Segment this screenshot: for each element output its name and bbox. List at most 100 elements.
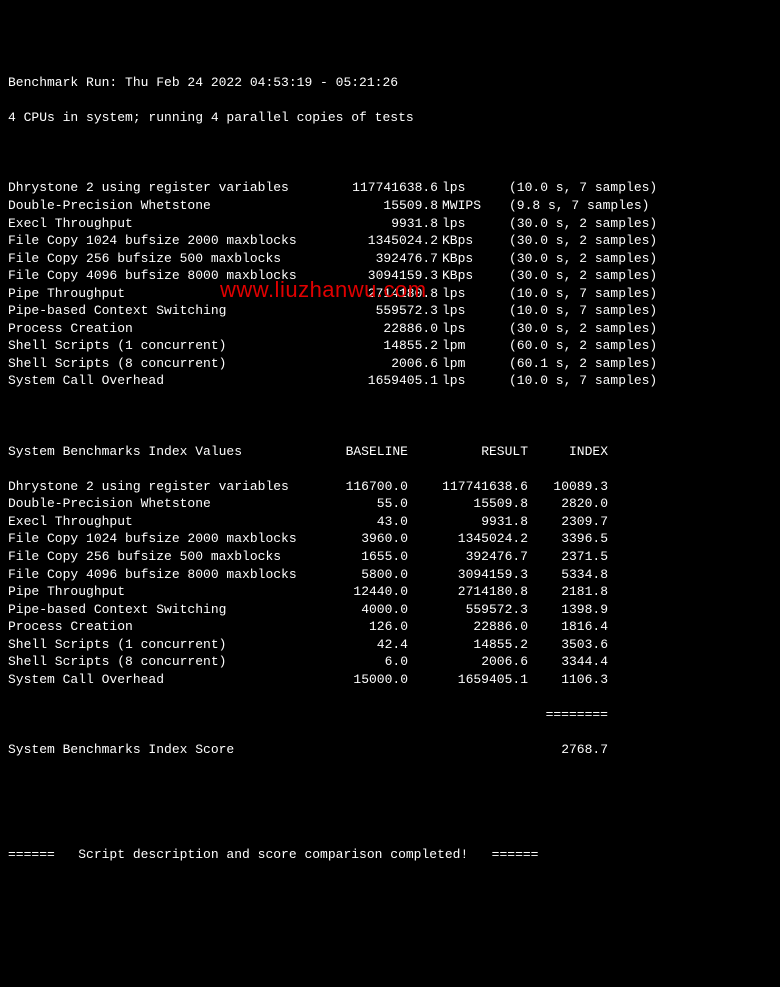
index-row: Execl Throughput43.09931.82309.7: [8, 513, 772, 531]
result-value: 3094159.3: [328, 267, 438, 285]
blank-line: [8, 144, 772, 162]
result-row: Pipe Throughput2714180.8lps(10.0 s, 7 sa…: [8, 285, 772, 303]
result-row: Pipe-based Context Switching559572.3lps(…: [8, 302, 772, 320]
index-baseline: 42.4: [318, 636, 408, 654]
result-timing: (10.0 s, 7 samples): [497, 179, 689, 197]
result-name: Process Creation: [8, 320, 328, 338]
result-row: File Copy 4096 bufsize 8000 maxblocks309…: [8, 267, 772, 285]
result-value: 2006.6: [328, 355, 438, 373]
index-baseline: 6.0: [318, 653, 408, 671]
result-row: File Copy 1024 bufsize 2000 maxblocks134…: [8, 232, 772, 250]
cpu-info-line: 4 CPUs in system; running 4 parallel cop…: [8, 109, 772, 127]
blank-line: [8, 811, 772, 829]
index-table: Dhrystone 2 using register variables1167…: [8, 478, 772, 689]
score-rule-row: ========: [8, 706, 772, 724]
index-value: 5334.8: [528, 566, 608, 584]
result-name: File Copy 256 bufsize 500 maxblocks: [8, 250, 328, 268]
result-name: Pipe-based Context Switching: [8, 302, 328, 320]
index-baseline: 55.0: [318, 495, 408, 513]
result-timing: (60.1 s, 2 samples): [497, 355, 689, 373]
result-row: Process Creation22886.0lps(30.0 s, 2 sam…: [8, 320, 772, 338]
index-result: 15509.8: [408, 495, 528, 513]
result-name: Execl Throughput: [8, 215, 328, 233]
result-unit: KBps: [438, 232, 497, 250]
index-value: 1106.3: [528, 671, 608, 689]
index-value: 3503.6: [528, 636, 608, 654]
index-result: 14855.2: [408, 636, 528, 654]
index-name: System Call Overhead: [8, 671, 318, 689]
result-timing: (30.0 s, 2 samples): [497, 232, 689, 250]
result-name: File Copy 4096 bufsize 8000 maxblocks: [8, 267, 328, 285]
result-row: Dhrystone 2 using register variables1177…: [8, 179, 772, 197]
index-value: 2371.5: [528, 548, 608, 566]
result-timing: (10.0 s, 7 samples): [497, 285, 689, 303]
result-value: 117741638.6: [328, 179, 438, 197]
result-value: 15509.8: [328, 197, 438, 215]
index-baseline: 4000.0: [318, 601, 408, 619]
index-row: Shell Scripts (8 concurrent)6.02006.6334…: [8, 653, 772, 671]
index-name: Execl Throughput: [8, 513, 318, 531]
result-row: File Copy 256 bufsize 500 maxblocks39247…: [8, 250, 772, 268]
result-row: Execl Throughput9931.8lps(30.0 s, 2 samp…: [8, 215, 772, 233]
result-unit: lpm: [438, 355, 497, 373]
result-unit: lpm: [438, 337, 497, 355]
index-header-index: INDEX: [528, 443, 608, 461]
index-row: Pipe-based Context Switching4000.0559572…: [8, 601, 772, 619]
index-baseline: 1655.0: [318, 548, 408, 566]
result-unit: lps: [438, 179, 497, 197]
blank-line: [8, 408, 772, 426]
index-name: Double-Precision Whetstone: [8, 495, 318, 513]
index-result: 2006.6: [408, 653, 528, 671]
result-timing: (60.0 s, 2 samples): [497, 337, 689, 355]
result-timing: (10.0 s, 7 samples): [497, 372, 689, 390]
index-result: 22886.0: [408, 618, 528, 636]
index-baseline: 116700.0: [318, 478, 408, 496]
index-name: Shell Scripts (1 concurrent): [8, 636, 318, 654]
index-row: Dhrystone 2 using register variables1167…: [8, 478, 772, 496]
result-value: 559572.3: [328, 302, 438, 320]
index-row: Process Creation126.022886.01816.4: [8, 618, 772, 636]
blank-line: [8, 776, 772, 794]
result-value: 2714180.8: [328, 285, 438, 303]
index-row: Double-Precision Whetstone55.015509.8282…: [8, 495, 772, 513]
index-baseline: 3960.0: [318, 530, 408, 548]
footer-line: ====== Script description and score comp…: [8, 846, 772, 864]
result-unit: KBps: [438, 267, 497, 285]
index-value: 2309.7: [528, 513, 608, 531]
index-baseline: 126.0: [318, 618, 408, 636]
result-timing: (30.0 s, 2 samples): [497, 267, 689, 285]
index-baseline: 5800.0: [318, 566, 408, 584]
result-unit: lps: [438, 215, 497, 233]
index-value: 1816.4: [528, 618, 608, 636]
result-unit: lps: [438, 302, 497, 320]
result-value: 22886.0: [328, 320, 438, 338]
index-result: 117741638.6: [408, 478, 528, 496]
result-unit: lps: [438, 320, 497, 338]
result-name: Shell Scripts (1 concurrent): [8, 337, 328, 355]
index-value: 2820.0: [528, 495, 608, 513]
index-name: Pipe-based Context Switching: [8, 601, 318, 619]
result-name: Dhrystone 2 using register variables: [8, 179, 328, 197]
result-name: System Call Overhead: [8, 372, 328, 390]
index-result: 9931.8: [408, 513, 528, 531]
score-value: 2768.7: [528, 741, 608, 759]
index-value: 10089.3: [528, 478, 608, 496]
index-name: Shell Scripts (8 concurrent): [8, 653, 318, 671]
result-name: File Copy 1024 bufsize 2000 maxblocks: [8, 232, 328, 250]
index-row: File Copy 4096 bufsize 8000 maxblocks580…: [8, 566, 772, 584]
index-baseline: 15000.0: [318, 671, 408, 689]
result-unit: KBps: [438, 250, 497, 268]
score-label: System Benchmarks Index Score: [8, 741, 318, 759]
index-row: Shell Scripts (1 concurrent)42.414855.23…: [8, 636, 772, 654]
result-row: Double-Precision Whetstone15509.8MWIPS(9…: [8, 197, 772, 215]
result-value: 9931.8: [328, 215, 438, 233]
result-value: 1659405.1: [328, 372, 438, 390]
result-value: 392476.7: [328, 250, 438, 268]
result-name: Double-Precision Whetstone: [8, 197, 328, 215]
result-timing: (30.0 s, 2 samples): [497, 250, 689, 268]
index-header-result: RESULT: [408, 443, 528, 461]
result-row: System Call Overhead1659405.1lps(10.0 s,…: [8, 372, 772, 390]
result-timing: (10.0 s, 7 samples): [497, 302, 689, 320]
index-result: 392476.7: [408, 548, 528, 566]
index-name: Dhrystone 2 using register variables: [8, 478, 318, 496]
